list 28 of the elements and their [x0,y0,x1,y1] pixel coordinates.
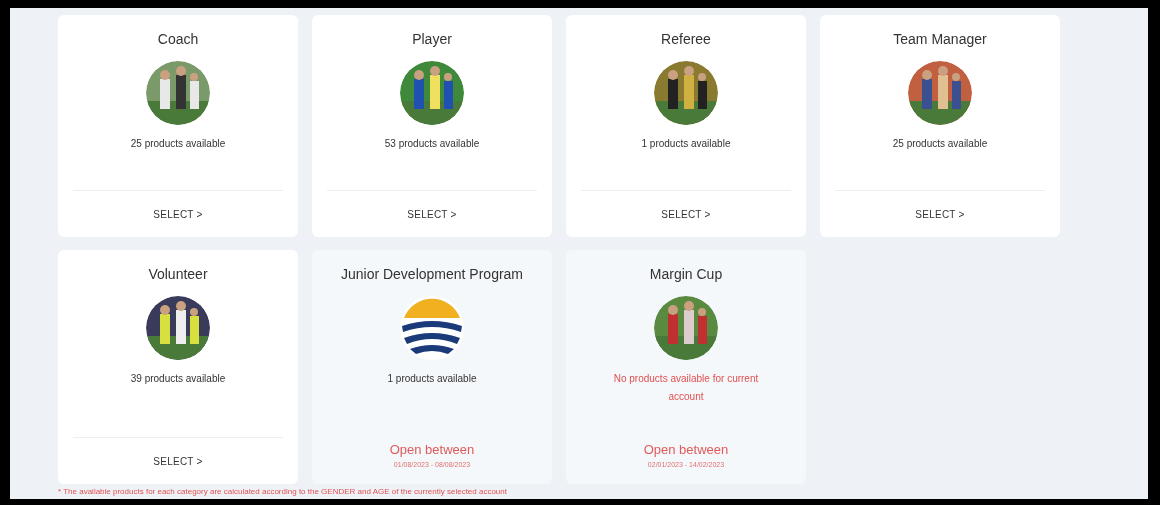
availability-text: 25 products available [129,137,227,151]
card-title: Coach [157,30,199,49]
card-title: Margin Cup [649,265,723,284]
availability-text: 1 products available [386,372,478,386]
footnote-text: * The available products for each category are calculated according to the GENDER and AGE of the currently selected account [58,487,508,497]
availability-text: 53 products available [383,137,481,151]
category-card[interactable]: Volunteer 39 products available SELECT > [58,250,298,484]
logo-icon [400,296,464,360]
card-title: Player [412,30,452,49]
availability-text: 25 products available [891,137,989,151]
card-title: Volunteer [148,265,208,284]
availability-text: No products available for current account [612,372,760,404]
availability-text: 1 products available [640,137,732,151]
category-card[interactable]: Coach 25 products available SELECT > [58,15,298,237]
select-button[interactable]: SELECT > [407,191,457,237]
select-button[interactable]: SELECT > [153,191,203,237]
category-card[interactable]: Referee 1 products available SELECT > [566,15,806,237]
card-title: Junior Development Program [340,265,524,284]
select-button[interactable]: SELECT > [661,191,711,237]
category-card[interactable]: Team Manager 25 products available SELECT > [820,15,1060,237]
select-button[interactable]: SELECT > [915,191,965,237]
card-title: Referee [661,30,711,49]
open-label: Open between [643,441,729,459]
category-card[interactable]: Player 53 products available SELECT > [312,15,552,237]
card-title: Team Manager [893,30,987,49]
availability-text: 39 products available [129,372,227,386]
select-button[interactable]: SELECT > [153,438,203,484]
open-label: Open between [389,441,475,459]
